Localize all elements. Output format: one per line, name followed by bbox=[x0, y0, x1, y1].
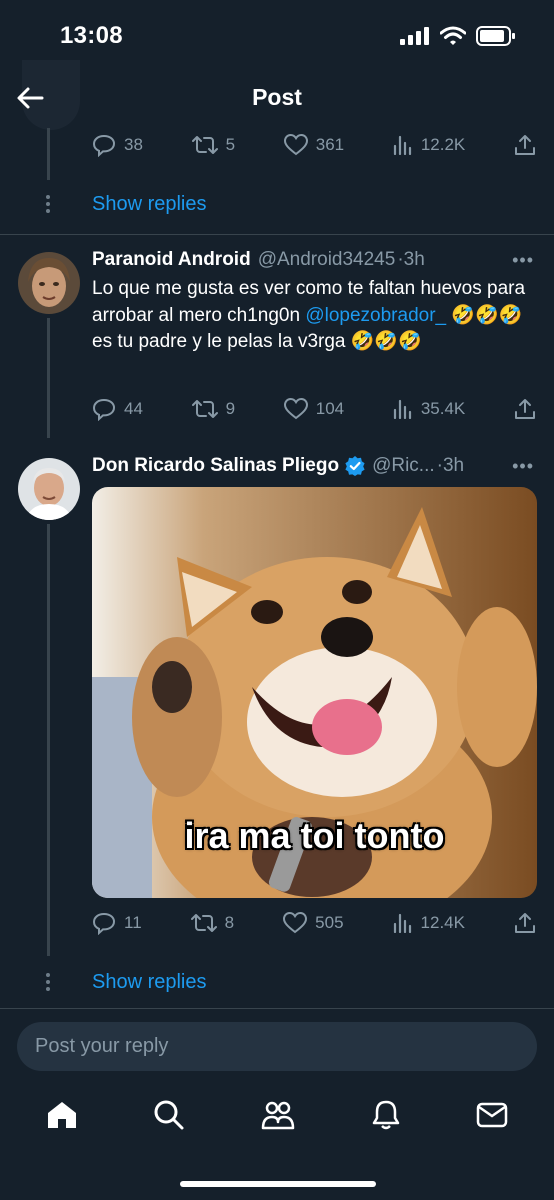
views-count: 12.2K bbox=[420, 135, 466, 154]
like-count: 104 bbox=[315, 399, 345, 418]
tweet-time: ·3h bbox=[397, 249, 425, 270]
reply-placeholder: Post your reply bbox=[35, 1035, 169, 1057]
display-name[interactable]: Don Ricardo Salinas Pliego bbox=[92, 455, 339, 477]
reply-input[interactable]: Post your reply bbox=[17, 1022, 537, 1071]
views-count: 35.4K bbox=[420, 399, 466, 418]
reply-icon bbox=[92, 912, 116, 935]
show-replies-link[interactable]: Show replies bbox=[92, 971, 207, 994]
nav-notifications[interactable] bbox=[371, 1099, 401, 1136]
status-time: 13:08 bbox=[60, 22, 123, 49]
like-icon bbox=[283, 134, 308, 156]
avatar[interactable] bbox=[18, 458, 80, 520]
tweet-media[interactable]: ira ma toi tonto bbox=[92, 487, 537, 898]
tweet-actions: 11 8 505 12.4K bbox=[92, 911, 536, 935]
repost-button[interactable]: 8 bbox=[190, 912, 235, 934]
views-icon bbox=[393, 399, 411, 419]
reply-count: 38 bbox=[124, 135, 143, 154]
status-icons bbox=[400, 26, 516, 46]
share-icon bbox=[514, 399, 535, 419]
home-indicator bbox=[180, 1181, 376, 1187]
communities-icon bbox=[261, 1101, 295, 1129]
tweet-actions: 38 5 361 12.2K bbox=[92, 133, 536, 157]
user-handle[interactable]: @Ric... bbox=[372, 455, 435, 477]
views-icon bbox=[393, 913, 411, 933]
share-button[interactable] bbox=[514, 398, 536, 420]
views-button[interactable]: 12.2K bbox=[393, 135, 465, 155]
reply-button[interactable]: 38 bbox=[92, 133, 143, 157]
home-icon bbox=[47, 1101, 76, 1128]
reply-count: 44 bbox=[124, 399, 143, 418]
like-button[interactable]: 104 bbox=[283, 398, 345, 420]
thread-line bbox=[47, 524, 50, 956]
verified-icon bbox=[345, 456, 365, 476]
bottom-nav bbox=[0, 1092, 554, 1142]
divider bbox=[0, 1008, 554, 1009]
reply-button[interactable]: 44 bbox=[92, 397, 143, 421]
repost-count: 5 bbox=[225, 135, 236, 154]
views-icon bbox=[393, 135, 411, 155]
tweet-actions: 44 9 104 35.4K bbox=[92, 397, 536, 421]
more-options-button[interactable]: ••• bbox=[512, 456, 534, 477]
like-icon bbox=[283, 912, 308, 934]
more-icon: ••• bbox=[512, 250, 534, 270]
thread-line bbox=[47, 128, 50, 180]
page-title: Post bbox=[252, 84, 302, 110]
repost-icon bbox=[191, 400, 218, 418]
share-icon bbox=[514, 135, 535, 155]
nav-search[interactable] bbox=[153, 1099, 185, 1136]
battery-icon bbox=[476, 26, 515, 46]
reply-icon bbox=[92, 398, 116, 421]
views-button[interactable]: 12.4K bbox=[393, 913, 465, 933]
reply-count: 11 bbox=[124, 913, 142, 932]
display-name[interactable]: Paranoid Android bbox=[92, 249, 251, 271]
repost-count: 8 bbox=[224, 913, 235, 932]
nav-messages[interactable] bbox=[476, 1101, 508, 1134]
wifi-icon bbox=[440, 26, 466, 45]
repost-icon bbox=[191, 136, 218, 154]
reply-icon bbox=[92, 134, 116, 157]
divider bbox=[0, 234, 554, 235]
thread-dots bbox=[46, 195, 51, 213]
nav-home[interactable] bbox=[46, 1100, 78, 1135]
like-count: 361 bbox=[315, 135, 345, 154]
more-icon: ••• bbox=[512, 456, 534, 476]
nav-communities[interactable] bbox=[261, 1100, 295, 1135]
repost-count: 9 bbox=[225, 399, 236, 418]
repost-icon bbox=[190, 914, 217, 932]
signal-icon bbox=[400, 27, 429, 45]
reply-button[interactable]: 11 bbox=[92, 911, 142, 935]
share-button[interactable] bbox=[514, 912, 536, 934]
like-icon bbox=[283, 398, 308, 420]
tweet-time: ·3h bbox=[436, 455, 465, 476]
thread-line bbox=[47, 318, 50, 438]
tweet-header: Don Ricardo Salinas Pliego @Ric... ·3h bbox=[92, 455, 464, 477]
repost-button[interactable]: 5 bbox=[191, 134, 236, 156]
like-button[interactable]: 361 bbox=[283, 134, 345, 156]
notifications-icon bbox=[372, 1100, 399, 1129]
mention-link[interactable]: @lopezobrador_ bbox=[305, 305, 446, 326]
tweet-text: Lo que me gusta es ver como te faltan hu… bbox=[92, 276, 538, 356]
views-button[interactable]: 35.4K bbox=[393, 399, 465, 419]
like-count: 505 bbox=[315, 913, 344, 932]
repost-button[interactable]: 9 bbox=[191, 398, 236, 420]
share-button[interactable] bbox=[514, 134, 536, 156]
share-icon bbox=[515, 913, 535, 933]
tweet-header: Paranoid Android @Android34245 ·3h bbox=[92, 249, 425, 271]
search-icon bbox=[154, 1100, 184, 1129]
messages-icon bbox=[476, 1102, 508, 1127]
like-button[interactable]: 505 bbox=[283, 912, 344, 934]
avatar[interactable] bbox=[18, 252, 80, 314]
thread-dots bbox=[46, 973, 51, 991]
more-options-button[interactable]: ••• bbox=[512, 250, 534, 271]
user-handle[interactable]: @Android34245 bbox=[258, 249, 396, 271]
show-replies-link[interactable]: Show replies bbox=[92, 193, 207, 216]
media-caption: ira ma toi tonto bbox=[184, 815, 445, 856]
views-count: 12.4K bbox=[420, 913, 465, 932]
